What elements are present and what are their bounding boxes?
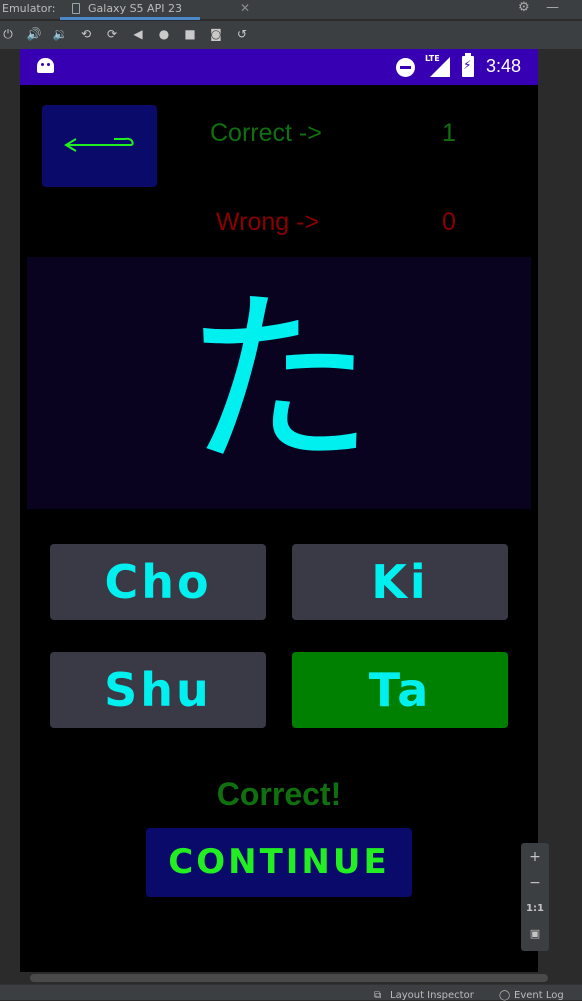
zoom-in-button[interactable]: + [521, 849, 549, 865]
zoom-panel: + − 1:1 ▣ [521, 843, 549, 951]
emulator-toolbar: ⏻ 🔊 🔉 ⟲ ⟳ ◀ ● ■ ◙ ↺ [0, 21, 582, 49]
zoom-actual-button[interactable]: 1:1 [521, 903, 549, 914]
android-icon [37, 58, 54, 73]
home-icon[interactable]: ● [156, 26, 172, 42]
snapshot-icon[interactable]: ↺ [234, 26, 250, 42]
scrollbar-thumb[interactable] [30, 974, 548, 982]
continue-button[interactable]: CONTINUE [146, 828, 412, 897]
emulator-label: Emulator: [2, 2, 56, 15]
device-icon [72, 3, 80, 14]
power-icon[interactable]: ⏻ [0, 26, 16, 42]
emulator-side-panel [548, 49, 582, 984]
volume-up-icon[interactable]: 🔊 [26, 26, 42, 42]
gear-icon[interactable]: ⚙ [518, 0, 530, 15]
event-log-link[interactable]: Event Log [514, 990, 564, 1001]
correct-label: Correct -> [210, 119, 322, 147]
back-button[interactable] [42, 105, 157, 187]
back-arrow-icon [64, 137, 134, 152]
camera-icon[interactable]: ◙ [208, 26, 224, 42]
wrong-label: Wrong -> [216, 208, 320, 236]
ide-tab-bar: Emulator: Galaxy S5 API 23 ✕ ⚙ — [0, 0, 582, 20]
layout-inspector-icon[interactable]: ⧉ [374, 990, 381, 1001]
fit-screen-icon[interactable]: ▣ [521, 927, 549, 940]
signal-icon [430, 57, 450, 77]
phone-screen: LTE ⚡ 3:48 Correct -> 1 Wrong -> 0 た Cho… [20, 49, 538, 972]
event-log-icon[interactable]: ◯ [499, 990, 510, 1001]
tab-close-icon[interactable]: ✕ [240, 1, 250, 15]
tab-label: Galaxy S5 API 23 [88, 2, 182, 15]
answer-button-ki[interactable]: Ki [292, 544, 508, 620]
volume-down-icon[interactable]: 🔉 [52, 26, 68, 42]
rotate-right-icon[interactable]: ⟳ [104, 26, 120, 42]
answer-button-ta[interactable]: Ta [292, 652, 508, 728]
overview-icon[interactable]: ■ [182, 26, 198, 42]
battery-icon: ⚡ [462, 53, 474, 77]
character-card: た [27, 257, 531, 509]
ide-status-bar: ⧉ Layout Inspector ◯ Event Log [0, 984, 582, 1001]
clock: 3:48 [486, 56, 522, 76]
horizontal-scrollbar[interactable] [0, 972, 548, 984]
back-nav-icon[interactable]: ◀ [130, 26, 146, 42]
zoom-out-button[interactable]: − [521, 875, 549, 891]
do-not-disturb-icon [396, 58, 415, 77]
minimize-icon[interactable]: — [546, 0, 559, 15]
correct-count: 1 [442, 119, 456, 147]
answer-button-shu[interactable]: Shu [50, 652, 266, 728]
wrong-count: 0 [442, 208, 456, 236]
status-bar: LTE ⚡ 3:48 [20, 49, 538, 85]
tab-galaxy-s5[interactable]: Galaxy S5 API 23 ✕ [60, 0, 250, 20]
rotate-left-icon[interactable]: ⟲ [78, 26, 94, 42]
kana-character: た [183, 271, 374, 492]
result-message: Correct! [216, 776, 342, 812]
layout-inspector-link[interactable]: Layout Inspector [390, 990, 474, 1001]
answer-button-cho[interactable]: Cho [50, 544, 266, 620]
